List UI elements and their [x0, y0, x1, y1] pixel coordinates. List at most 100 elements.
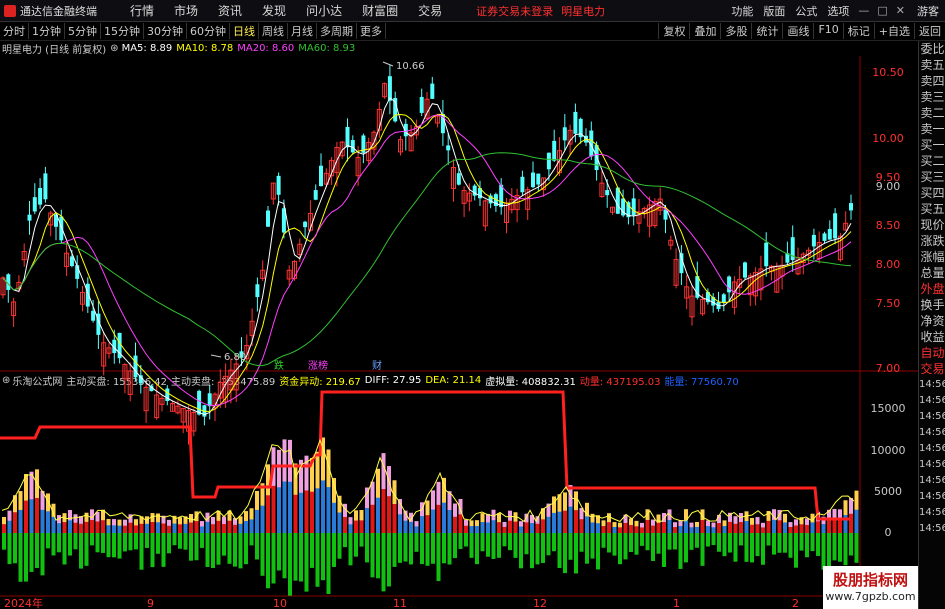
- candle: [350, 140, 355, 153]
- side-bid3[interactable]: 买三: [919, 169, 945, 185]
- sell-bar: [568, 533, 573, 560]
- side-outer[interactable]: 外盘: [919, 281, 945, 297]
- side-ask2[interactable]: 卖二: [919, 105, 945, 121]
- sell-bar: [794, 533, 798, 568]
- side-earnings[interactable]: 收益: [919, 329, 945, 345]
- flow-bar: [348, 524, 353, 533]
- side-ask3[interactable]: 卖三: [919, 89, 945, 105]
- trade-time: 14:56: [919, 459, 945, 470]
- flow-bar: [332, 502, 336, 533]
- sell-bar: [326, 533, 331, 594]
- flow-bar: [717, 523, 721, 533]
- tool-back[interactable]: 返回: [914, 23, 945, 39]
- flow-bar: [24, 500, 28, 533]
- flow-bar: [139, 523, 144, 533]
- flow-bar: [810, 522, 815, 533]
- candle: [319, 165, 323, 187]
- sell-bar: [255, 533, 259, 560]
- flow-bar: [629, 525, 633, 533]
- candle: [91, 310, 96, 321]
- side-turnover[interactable]: 换手: [919, 297, 945, 313]
- sell-bar: [123, 533, 127, 552]
- flow-bar: [618, 527, 622, 533]
- sell-bar: [40, 533, 45, 576]
- flow-bar: [387, 496, 391, 533]
- candle: [605, 190, 610, 196]
- sell-bar: [436, 533, 441, 582]
- sell-bar: [607, 533, 611, 553]
- side-price[interactable]: 现价: [919, 217, 945, 233]
- flow-bar: [585, 516, 589, 533]
- side-committee[interactable]: 委比: [919, 41, 945, 57]
- sell-bar: [79, 533, 83, 569]
- candle: [32, 197, 37, 212]
- side-volume[interactable]: 总量: [919, 265, 945, 281]
- flow-bar: [453, 516, 457, 533]
- side-net-asset[interactable]: 净资: [919, 313, 945, 329]
- price-tick: 9.00: [876, 180, 901, 193]
- sell-bar: [343, 533, 347, 548]
- sell-bar: [634, 533, 639, 555]
- flow-bar: [651, 525, 655, 533]
- flow-bar: [51, 516, 56, 533]
- sell-bar: [563, 533, 567, 574]
- sell-bar: [442, 533, 446, 564]
- side-change-pct[interactable]: 涨幅: [919, 249, 945, 265]
- candle: [743, 262, 747, 278]
- flow-bar: [271, 485, 276, 533]
- flow-bar: [634, 526, 639, 533]
- sell-bar: [189, 533, 193, 561]
- sell-bar: [29, 533, 34, 572]
- sell-bar: [178, 533, 182, 549]
- side-change[interactable]: 涨跌: [919, 233, 945, 249]
- sell-bar: [282, 533, 287, 579]
- flow-bar: [7, 520, 12, 533]
- candle: [43, 173, 48, 200]
- flow-bar: [376, 497, 380, 533]
- flow-bar: [370, 504, 375, 533]
- sell-bar: [420, 533, 424, 565]
- sell-bar: [640, 533, 644, 546]
- sell-bar: [596, 533, 600, 570]
- flow-bar: [728, 521, 732, 533]
- side-bid1[interactable]: 买一: [919, 137, 945, 153]
- side-trade[interactable]: 交易: [919, 361, 945, 377]
- flow-bar: [772, 519, 776, 533]
- side-bid4[interactable]: 买四: [919, 185, 945, 201]
- candle: [531, 172, 535, 188]
- sell-bar: [761, 533, 765, 565]
- vol-tick: 5000: [874, 485, 902, 498]
- flow-bar: [530, 523, 534, 533]
- sell-bar: [62, 533, 67, 565]
- flow-bar: [304, 490, 309, 533]
- price-tick: 10.50: [872, 66, 904, 79]
- flow-bar: [398, 514, 402, 533]
- sell-bar: [744, 533, 749, 562]
- side-auto[interactable]: 自动: [919, 345, 945, 361]
- flow-bar: [18, 509, 23, 533]
- flow-bar: [700, 520, 705, 533]
- flow-bar: [678, 526, 683, 533]
- sell-bar: [398, 533, 402, 563]
- side-ask4[interactable]: 卖四: [919, 73, 945, 89]
- sell-bar: [304, 533, 309, 592]
- sell-bar: [810, 533, 815, 552]
- side-bid2[interactable]: 买二: [919, 153, 945, 169]
- ma20-line: [2, 114, 852, 407]
- side-ask5[interactable]: 卖五: [919, 57, 945, 73]
- high-marker: [382, 61, 394, 67]
- chart-area[interactable]: 10.50 10.00 9.50 9.00 8.50 8.00 7.50 7.0…: [0, 0, 918, 609]
- sell-bar: [849, 533, 853, 556]
- candle: [387, 76, 392, 101]
- flow-bar: [744, 521, 749, 533]
- flow-bar: [497, 522, 501, 533]
- sell-bar: [227, 533, 232, 564]
- candle: [27, 214, 32, 221]
- flow-bar: [442, 502, 446, 533]
- side-ask1[interactable]: 卖一: [919, 121, 945, 137]
- sell-bar: [585, 533, 589, 564]
- guest-label[interactable]: 游客: [917, 3, 939, 19]
- sell-bar: [18, 533, 23, 582]
- side-bid5[interactable]: 买五: [919, 201, 945, 217]
- flow-bar: [150, 522, 155, 533]
